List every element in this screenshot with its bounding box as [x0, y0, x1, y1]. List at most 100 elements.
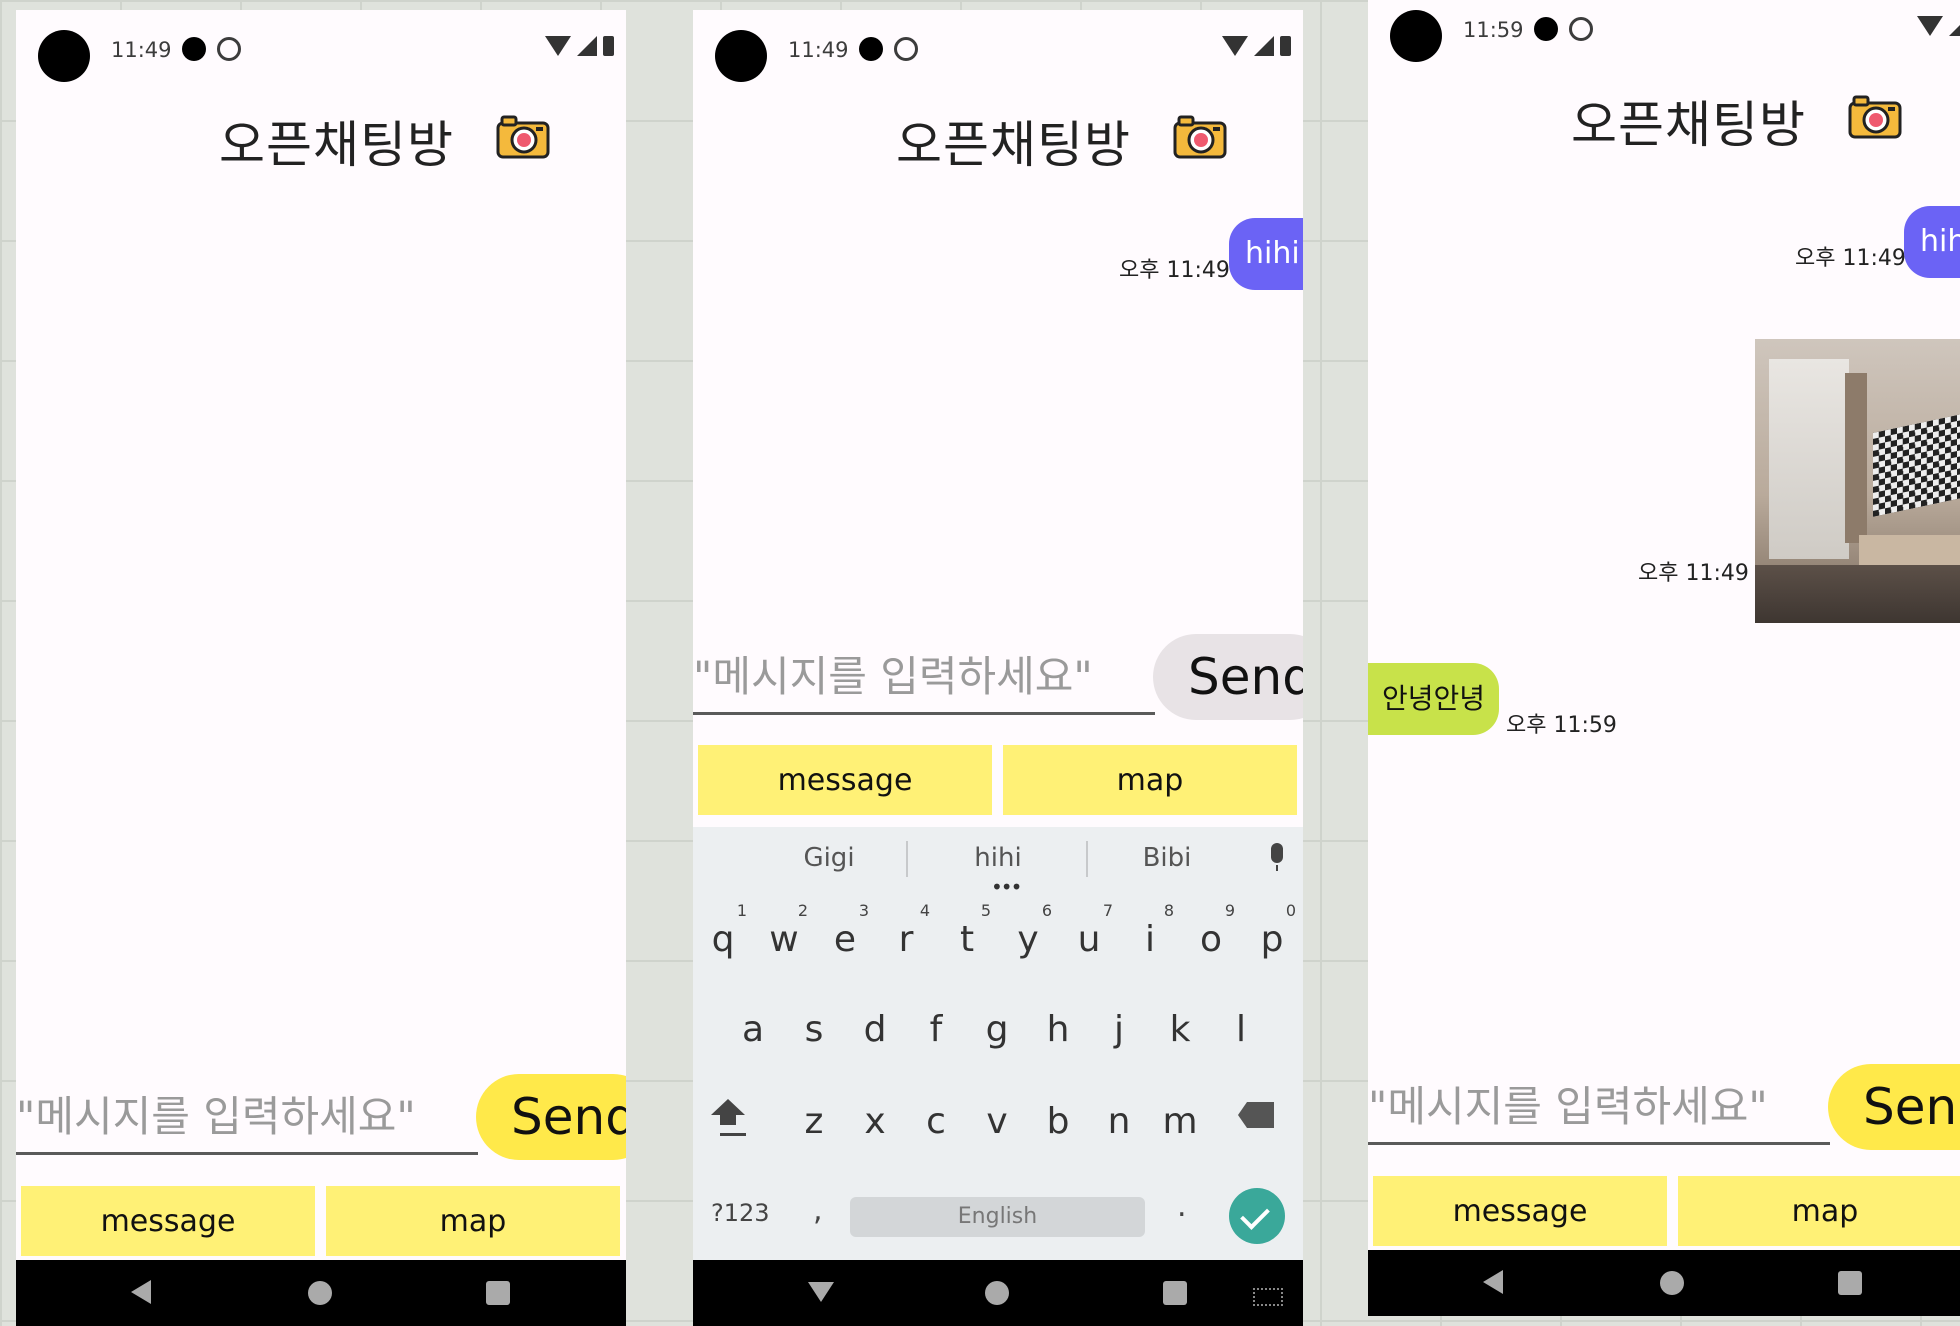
wifi-icon — [1222, 36, 1248, 56]
message-button[interactable]: message — [1373, 1176, 1667, 1246]
photo-window — [1769, 359, 1849, 559]
key-h[interactable]: h — [1030, 991, 1086, 1057]
shift-icon[interactable] — [711, 1099, 745, 1115]
key-label: r — [898, 919, 914, 960]
navigation-bar — [16, 1260, 626, 1326]
back-icon[interactable] — [1483, 1270, 1503, 1294]
message-button[interactable]: message — [21, 1186, 315, 1256]
camera-icon[interactable] — [496, 113, 552, 159]
period-key[interactable]: . — [1177, 1189, 1187, 1224]
key-label: j — [1113, 1009, 1124, 1050]
key-number-hint: 6 — [1041, 901, 1052, 920]
message-time: 오후 11:49 — [1795, 246, 1906, 271]
suggestion-divider — [906, 841, 908, 877]
key-u[interactable]: 7u — [1061, 901, 1117, 967]
key-n[interactable]: n — [1091, 1083, 1147, 1149]
key-y[interactable]: 6y — [1000, 901, 1056, 967]
map-button[interactable]: map — [326, 1186, 620, 1256]
key-o[interactable]: 9o — [1183, 901, 1239, 967]
home-icon[interactable] — [308, 1281, 332, 1305]
key-label: b — [1046, 1101, 1070, 1142]
front-camera-cutout — [38, 30, 90, 82]
comma-key[interactable]: , — [813, 1193, 823, 1228]
send-button[interactable]: Send — [1828, 1064, 1960, 1150]
phone-screen-2: 11:49 오픈채팅방 오후 11:49 hihi Send message m… — [693, 10, 1303, 1326]
key-j[interactable]: j — [1091, 991, 1147, 1057]
soft-keyboard: Gigi hihi Bibi ••• 1q2w3e4r5t6y7u8i9o0pa… — [693, 827, 1303, 1260]
key-z[interactable]: z — [786, 1083, 842, 1149]
photo-shelf — [1845, 373, 1867, 543]
photo-rug — [1755, 565, 1960, 623]
navigation-bar — [1368, 1250, 1960, 1316]
key-number-hint: 2 — [797, 901, 808, 920]
key-x[interactable]: x — [847, 1083, 903, 1149]
key-a[interactable]: a — [725, 991, 781, 1057]
message-input[interactable] — [16, 1080, 478, 1155]
key-c[interactable]: c — [908, 1083, 964, 1149]
recents-icon[interactable] — [1838, 1271, 1862, 1295]
key-label: f — [929, 1009, 943, 1050]
suggestion-1[interactable]: Gigi — [769, 843, 889, 873]
map-button[interactable]: map — [1678, 1176, 1960, 1246]
notification-app-icon — [894, 37, 918, 61]
home-icon[interactable] — [1660, 1271, 1684, 1295]
key-b[interactable]: b — [1030, 1083, 1086, 1149]
status-bar: 11:49 — [693, 10, 1303, 90]
key-p[interactable]: 0p — [1244, 901, 1300, 967]
status-time: 11:59 — [1463, 18, 1524, 42]
key-label: p — [1260, 919, 1284, 960]
enter-icon[interactable] — [1229, 1188, 1285, 1244]
key-l[interactable]: l — [1213, 991, 1269, 1057]
camera-icon[interactable] — [1173, 113, 1229, 159]
key-d[interactable]: d — [847, 991, 903, 1057]
key-v[interactable]: v — [969, 1083, 1025, 1149]
key-label: y — [1017, 919, 1039, 960]
key-k[interactable]: k — [1152, 991, 1208, 1057]
key-label: t — [959, 919, 975, 960]
symbols-key[interactable]: ?123 — [711, 1199, 770, 1227]
page-title: 오픈채팅방 — [896, 116, 1131, 174]
key-label: g — [985, 1009, 1009, 1050]
key-label: i — [1144, 919, 1155, 960]
map-button[interactable]: map — [1003, 745, 1297, 815]
key-label: x — [864, 1101, 886, 1142]
key-e[interactable]: 3e — [817, 901, 873, 967]
send-button[interactable]: Send — [1153, 634, 1303, 720]
key-g[interactable]: g — [969, 991, 1025, 1057]
recents-icon[interactable] — [1163, 1281, 1187, 1305]
key-number-hint: 9 — [1224, 901, 1235, 920]
camera-icon[interactable] — [1848, 93, 1904, 139]
message-input[interactable] — [1368, 1070, 1830, 1145]
photo-tv — [1873, 409, 1960, 517]
key-f[interactable]: f — [908, 991, 964, 1057]
key-t[interactable]: 5t — [939, 901, 995, 967]
more-suggestions-icon: ••• — [991, 875, 1022, 899]
suggestion-3[interactable]: Bibi — [1107, 843, 1227, 873]
keyboard-switch-icon[interactable] — [1253, 1288, 1283, 1306]
battery-icon — [1280, 36, 1291, 56]
home-icon[interactable] — [985, 1281, 1009, 1305]
key-i[interactable]: 8i — [1122, 901, 1178, 967]
key-r[interactable]: 4r — [878, 901, 934, 967]
message-input[interactable] — [693, 640, 1155, 715]
back-icon[interactable] — [131, 1280, 151, 1304]
image-message[interactable] — [1755, 339, 1960, 623]
message-time: 오후 11:49 — [1638, 561, 1749, 586]
system-icons — [1917, 16, 1960, 36]
backspace-icon[interactable] — [1238, 1102, 1274, 1128]
key-q[interactable]: 1q — [695, 901, 751, 967]
mic-icon[interactable] — [1271, 843, 1283, 871]
status-bar: 11:49 — [16, 10, 626, 90]
notification-dot-icon — [1534, 17, 1558, 41]
key-label: v — [986, 1101, 1008, 1142]
key-m[interactable]: m — [1152, 1083, 1208, 1149]
key-s[interactable]: s — [786, 991, 842, 1057]
hide-keyboard-icon[interactable] — [808, 1282, 834, 1302]
wifi-icon — [1917, 16, 1943, 36]
space-key[interactable]: English — [850, 1197, 1145, 1237]
send-button[interactable]: Send — [476, 1074, 626, 1160]
key-w[interactable]: 2w — [756, 901, 812, 967]
suggestion-2[interactable]: hihi — [938, 843, 1058, 873]
message-button[interactable]: message — [698, 745, 992, 815]
recents-icon[interactable] — [486, 1281, 510, 1305]
